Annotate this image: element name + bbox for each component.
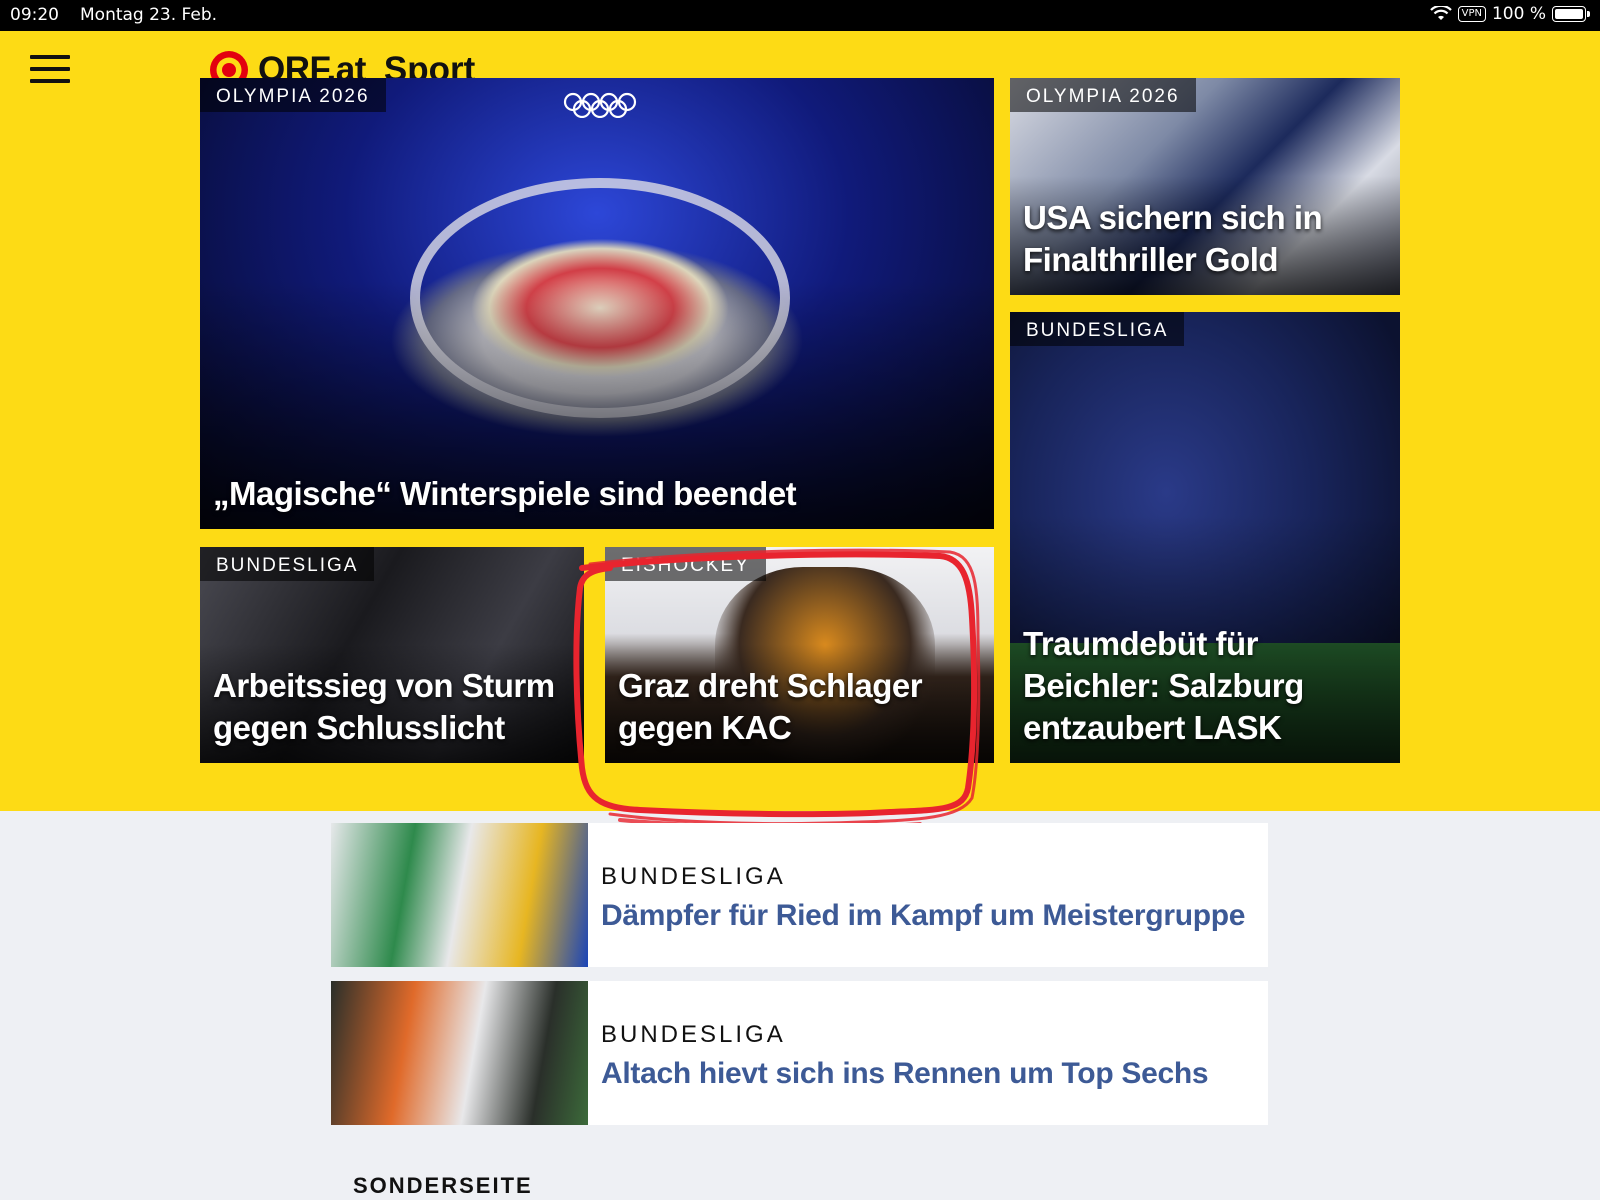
tile-kicker: BUNDESLIGA (200, 547, 375, 581)
status-bar: 09:20 Montag 23. Feb. VPN 100 % (0, 0, 1600, 31)
tile-headline: Traumdebüt für Beichler: Salzburg entzau… (1023, 625, 1304, 746)
menu-button[interactable] (30, 53, 72, 85)
wifi-icon (1429, 6, 1452, 20)
status-time: 09:20 (10, 5, 59, 25)
tile-usa-gold[interactable]: OLYMPIA 2026 USA sichern sich in Finalth… (1010, 78, 1400, 295)
article-thumbnail (331, 981, 588, 1125)
list-kicker: BUNDESLIGA (601, 1021, 786, 1048)
list-item[interactable]: BUNDESLIGA Dämpfer für Ried im Kampf um … (331, 823, 1268, 967)
tile-headline: Arbeitssieg von Sturm gegen Schlusslicht (213, 667, 555, 746)
list-kicker: BUNDESLIGA (601, 863, 786, 890)
tile-headline: Graz dreht Schlager gegen KAC (618, 667, 923, 746)
tile-sturm[interactable]: BUNDESLIGA Arbeitssieg von Sturm gegen S… (200, 547, 584, 763)
battery-percent: 100 % (1491, 4, 1546, 24)
article-thumbnail (331, 823, 588, 967)
status-date: Montag 23. Feb. (80, 5, 218, 25)
olympic-rings-icon (563, 92, 637, 118)
tile-headline: USA sichern sich in Finalthriller Gold (1023, 199, 1323, 278)
tile-kicker: EISHOCKEY (605, 547, 766, 581)
section-label: SONDERSEITE (353, 1173, 533, 1198)
tile-kicker: BUNDESLIGA (1010, 312, 1185, 346)
vpn-badge: VPN (1457, 6, 1486, 22)
tile-kicker: OLYMPIA 2026 (200, 78, 386, 112)
tile-headline: „Magische“ Winterspiele sind beendet (213, 475, 797, 512)
tile-kicker: OLYMPIA 2026 (1010, 78, 1196, 112)
list-title[interactable]: Altach hievt sich ins Rennen um Top Sech… (601, 1057, 1209, 1091)
tile-winter-games[interactable]: OLYMPIA 2026 „Magische“ Winterspiele sin… (200, 78, 994, 529)
list-item[interactable]: BUNDESLIGA Altach hievt sich ins Rennen … (331, 981, 1268, 1125)
tile-salzburg-lask[interactable]: BUNDESLIGA Traumdebüt für Beichler: Salz… (1010, 312, 1400, 763)
status-indicators: VPN 100 % (1429, 4, 1590, 24)
tile-graz-kac[interactable]: EISHOCKEY Graz dreht Schlager gegen KAC (605, 547, 994, 763)
list-title[interactable]: Dämpfer für Ried im Kampf um Meistergrup… (601, 899, 1245, 933)
battery-icon (1552, 6, 1590, 22)
